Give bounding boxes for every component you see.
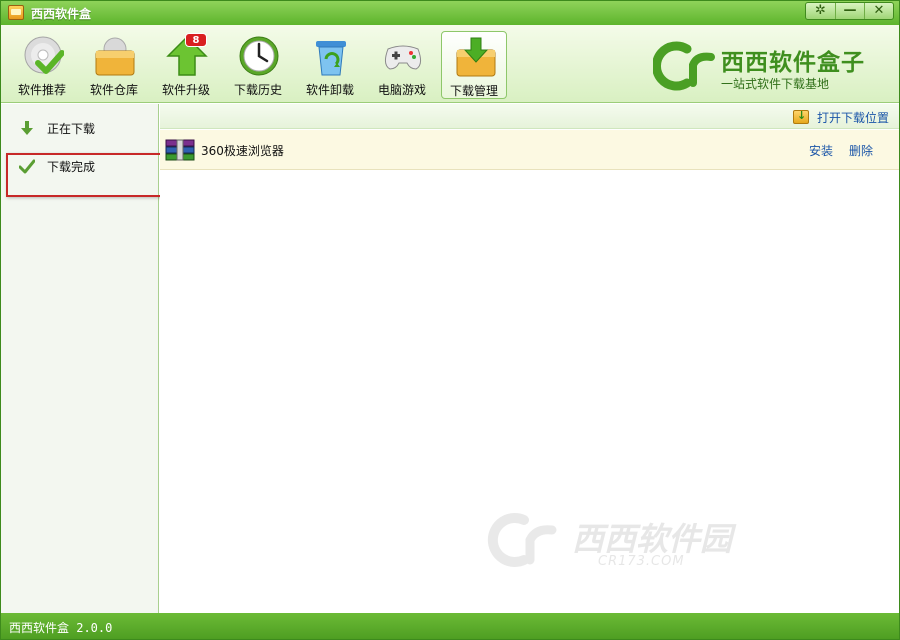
tool-pc-games[interactable]: 电脑游戏 <box>369 31 435 99</box>
tool-software-warehouse[interactable]: 软件仓库 <box>81 31 147 99</box>
gamepad-icon <box>384 45 422 70</box>
tool-label: 下载管理 <box>449 84 498 98</box>
download-box-icon <box>456 37 496 77</box>
list-header-bar: 打开下载位置 <box>160 104 899 129</box>
tool-software-uninstall[interactable]: 软件卸载 <box>297 31 363 99</box>
sidebar-item-downloading[interactable]: 正在下载 <box>1 112 159 144</box>
tool-download-history[interactable]: 下载历史 <box>225 31 291 99</box>
brand-title: 西西软件盒子 <box>721 50 865 76</box>
download-item-name: 360极速浏览器 <box>201 144 284 158</box>
down-arrow-icon <box>21 121 33 135</box>
status-bar: 西西软件盒 2.0.0 <box>1 613 899 639</box>
minimize-icon[interactable]: — <box>835 3 864 19</box>
watermark-logo-icon <box>487 513 557 567</box>
brand-logo: 西西软件盒子 一站式软件下载基地 <box>653 39 893 95</box>
window-title: 西西软件盒 <box>31 7 92 21</box>
open-download-location-label: 打开下载位置 <box>816 110 889 125</box>
folder-download-icon <box>792 109 809 124</box>
close-icon[interactable]: ✕ <box>864 3 893 19</box>
box-icon <box>95 37 135 76</box>
delete-link[interactable]: 删除 <box>849 142 873 159</box>
brand-subtitle: 一站式软件下载基地 <box>721 77 830 91</box>
watermark-domain: CR173.COM <box>598 554 685 569</box>
tool-download-manager[interactable]: 下载管理 <box>441 31 507 99</box>
tool-label: 电脑游戏 <box>377 83 426 97</box>
tool-label: 软件推荐 <box>17 83 66 97</box>
recycle-bin-icon <box>316 41 346 76</box>
tool-label: 软件升级 <box>161 83 210 97</box>
archive-icon <box>165 139 195 161</box>
toolbar: 软件推荐 软件仓库 8 软件升级 下载历史 软件卸载 电脑游戏 下载管理 西西软… <box>1 25 899 103</box>
tool-software-upgrade[interactable]: 8 软件升级 <box>153 31 219 99</box>
sidebar-item-label: 正在下载 <box>47 122 96 136</box>
tool-software-recommend[interactable]: 软件推荐 <box>9 31 75 99</box>
app-icon <box>8 5 24 20</box>
version-text: 西西软件盒 2.0.0 <box>9 621 113 635</box>
tool-label: 下载历史 <box>233 83 282 97</box>
app-window: 西西软件盒 ✲ — ✕ 软件推荐 软件仓库 8 软件升级 下载历史 软件卸载 电… <box>0 0 900 640</box>
tool-label: 软件仓库 <box>89 83 138 97</box>
clock-icon <box>239 36 279 76</box>
brand-logo-icon <box>653 41 715 91</box>
tool-label: 软件卸载 <box>305 83 354 97</box>
title-bar[interactable]: 西西软件盒 ✲ — ✕ <box>1 1 899 25</box>
settings-gear-icon[interactable]: ✲ <box>806 3 835 19</box>
watermark: 西西软件园 CR173.COM <box>480 508 800 578</box>
update-count-badge: 8 <box>185 33 207 47</box>
selection-highlight-box <box>6 153 167 197</box>
window-controls: ✲ — ✕ <box>805 2 894 20</box>
table-row[interactable]: 360极速浏览器 安装 删除 <box>160 130 899 170</box>
open-download-location-link[interactable]: 打开下载位置 <box>792 109 889 125</box>
install-link[interactable]: 安装 <box>809 142 833 159</box>
download-list-panel: 打开下载位置 360极速浏览器 安装 删除 西西软件园 CR173.COM <box>160 104 899 613</box>
disc-check-icon <box>24 36 64 74</box>
